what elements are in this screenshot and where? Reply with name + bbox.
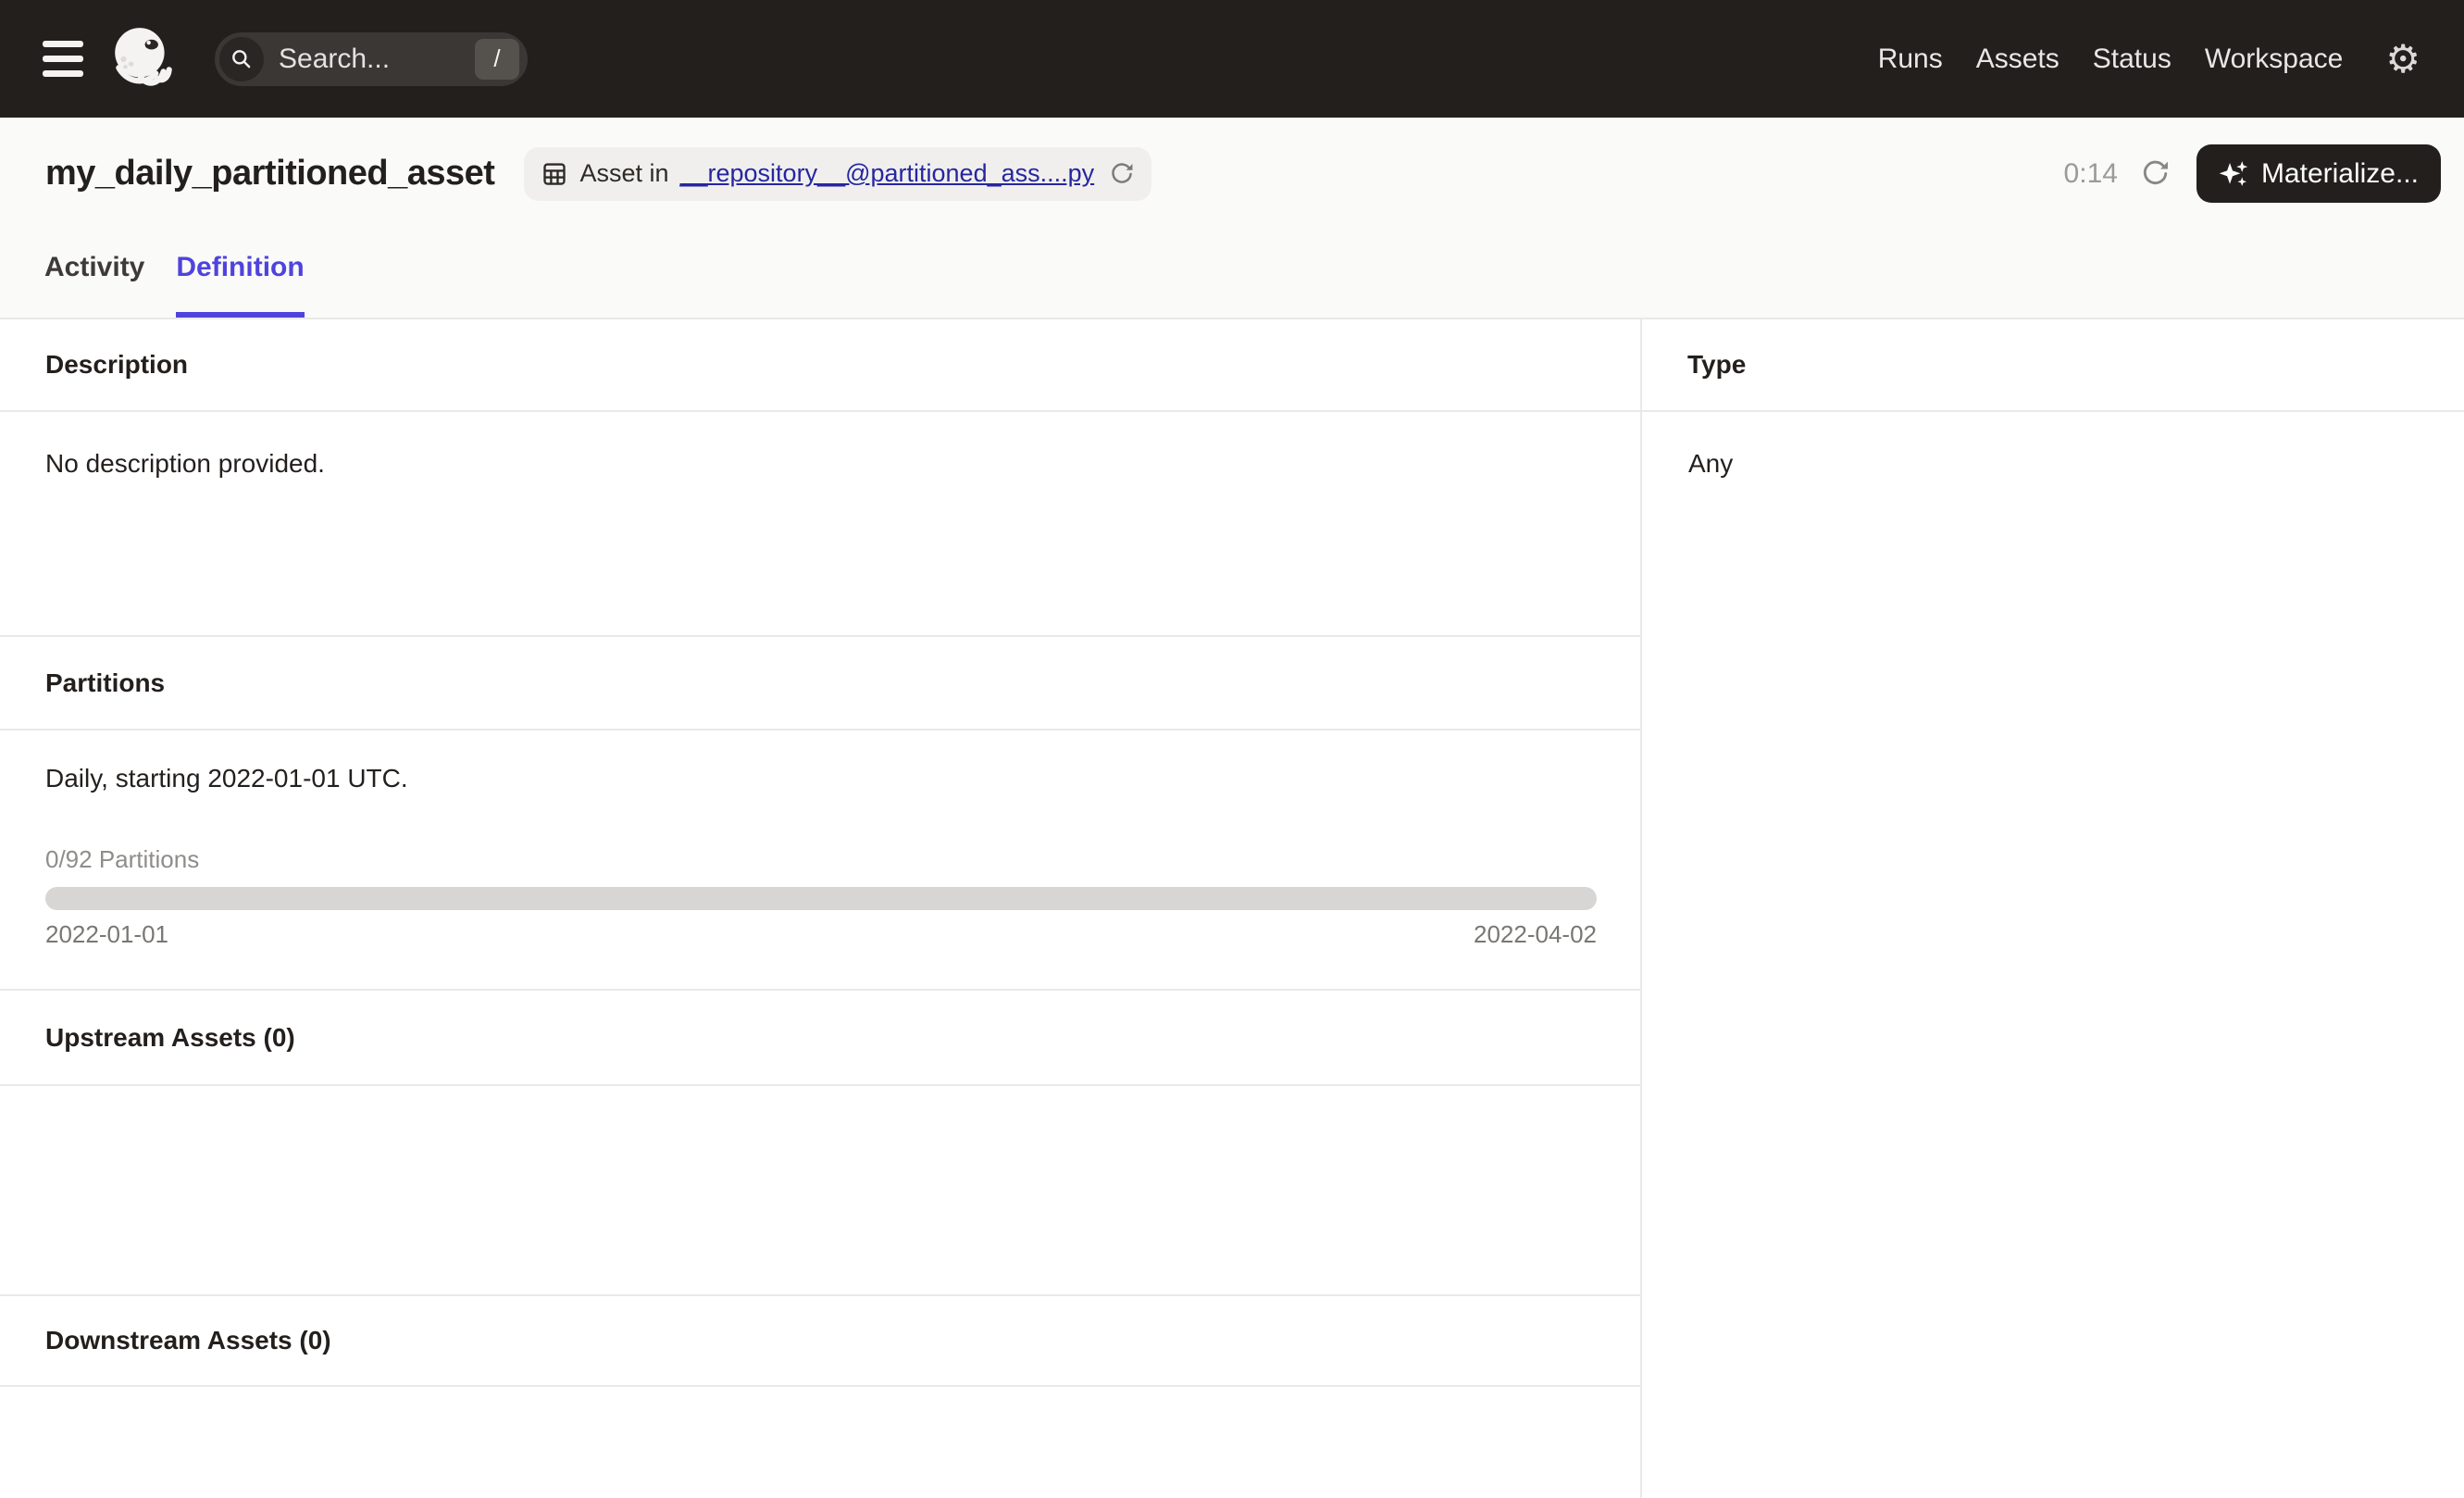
partition-progress-bar	[45, 887, 1597, 910]
partition-range-end: 2022-04-02	[1474, 920, 1597, 948]
slash-shortcut-key: /	[475, 38, 519, 80]
dagster-asset-page: Search... / Runs Assets Status Workspace…	[0, 0, 2464, 1498]
refresh-countdown: 0:14	[2063, 157, 2118, 189]
partition-range-start: 2022-01-01	[45, 920, 168, 948]
asset-group-icon	[543, 162, 566, 185]
asset-badge-prefix: Asset in	[579, 159, 669, 187]
page-header: my_daily_partitioned_asset Asset in __re…	[0, 118, 2464, 319]
partitions-heading: Partitions	[0, 637, 1640, 730]
asset-location-badge: Asset in __repository__@partitioned_ass.…	[524, 146, 1152, 201]
tab-bar: Activity Definition	[0, 252, 2464, 318]
materialize-button[interactable]: Materialize...	[2196, 144, 2441, 203]
type-value: Any	[1688, 449, 1734, 478]
left-column: Description No description provided. Par…	[0, 319, 1642, 1498]
definition-content: Description No description provided. Par…	[0, 319, 2464, 1498]
downstream-assets-body	[0, 1387, 1640, 1498]
partitions-progress-label: 0/92 Partitions	[45, 845, 200, 873]
sparkles-icon	[2219, 160, 2248, 186]
description-text: No description provided.	[45, 449, 325, 478]
page-title: my_daily_partitioned_asset	[45, 154, 495, 193]
search-icon	[219, 36, 264, 81]
reload-definition-icon[interactable]	[1109, 161, 1135, 187]
gear-icon[interactable]: ⚙	[2385, 39, 2420, 79]
description-body: No description provided.	[0, 412, 1640, 637]
nav-links: Runs Assets Status Workspace	[1878, 44, 2344, 75]
nav-link-assets[interactable]: Assets	[1976, 44, 2060, 75]
downstream-assets-heading: Downstream Assets (0)	[0, 1296, 1640, 1387]
search-placeholder: Search...	[279, 43, 391, 74]
partitions-summary: Daily, starting 2022-01-01 UTC.	[45, 764, 408, 793]
dagster-logo-icon[interactable]	[107, 23, 180, 95]
upstream-assets-body	[0, 1086, 1640, 1296]
type-heading: Type	[1642, 319, 2464, 412]
hamburger-menu-icon[interactable]	[43, 41, 83, 77]
nav-link-status[interactable]: Status	[2093, 44, 2172, 75]
tab-activity[interactable]: Activity	[44, 252, 144, 318]
repository-link[interactable]: __repository__@partitioned_ass....py	[679, 159, 1094, 188]
tab-definition[interactable]: Definition	[176, 252, 305, 318]
partitions-body: Daily, starting 2022-01-01 UTC. 0/92 Par…	[0, 730, 1640, 991]
upstream-assets-heading: Upstream Assets (0)	[0, 991, 1640, 1086]
search-input[interactable]: Search... /	[215, 31, 528, 86]
description-heading: Description	[0, 319, 1640, 412]
nav-link-workspace[interactable]: Workspace	[2205, 44, 2344, 75]
materialize-button-label: Materialize...	[2260, 157, 2419, 189]
refresh-icon[interactable]	[2140, 158, 2171, 189]
nav-link-runs[interactable]: Runs	[1878, 44, 1943, 75]
right-column: Type Any	[1642, 319, 2464, 1498]
type-body: Any	[1642, 412, 2464, 1498]
top-nav: Search... / Runs Assets Status Workspace…	[0, 0, 2464, 118]
